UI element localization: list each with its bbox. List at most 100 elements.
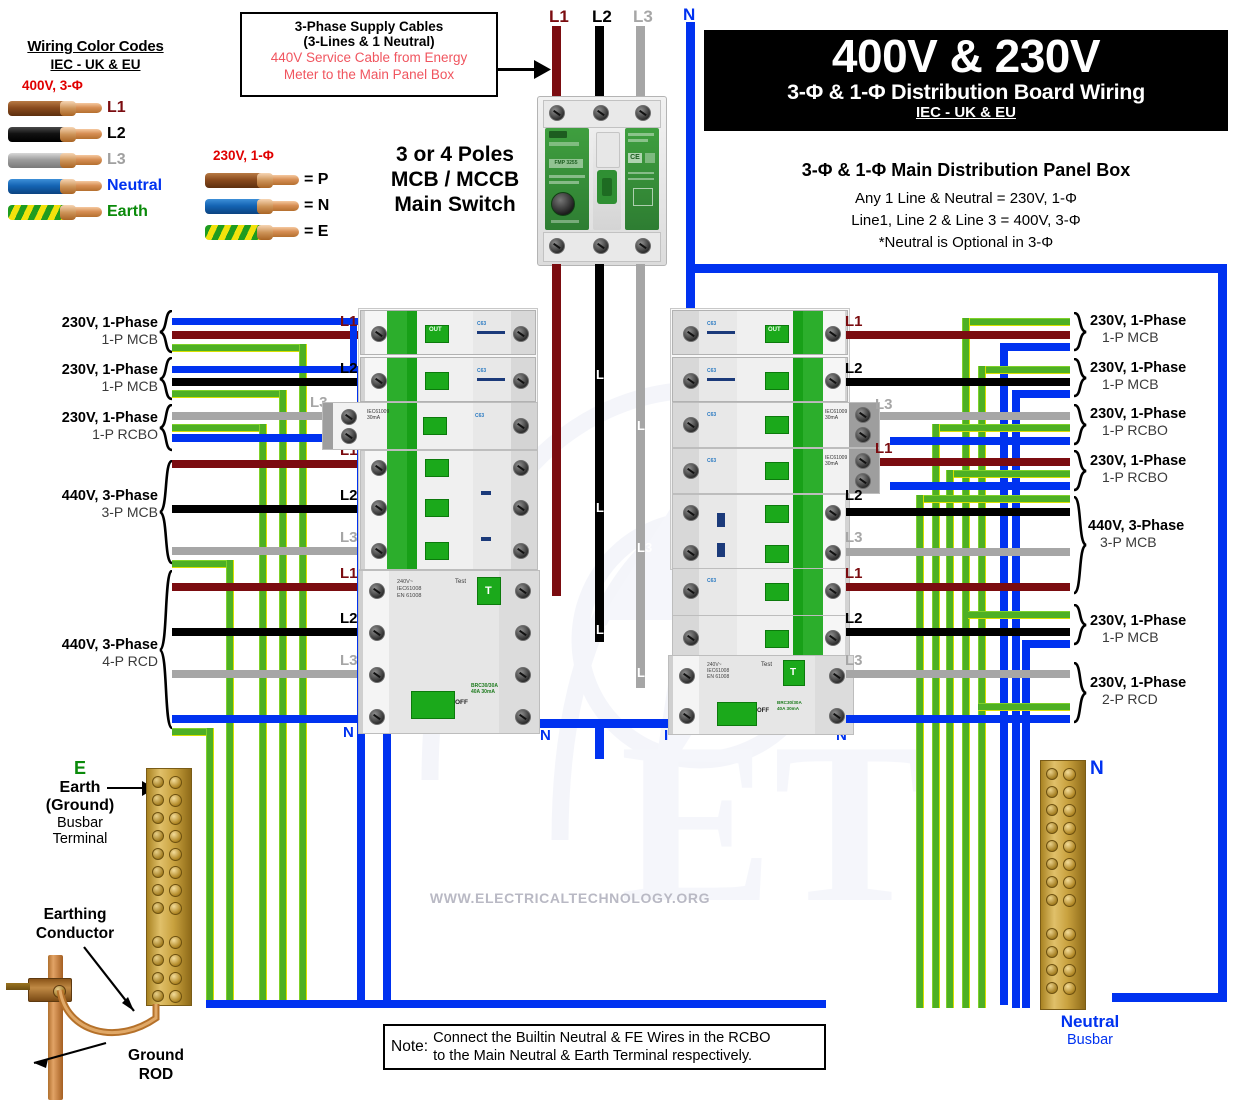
left-rcbo-0-toggle[interactable] (423, 417, 447, 435)
note-line-1: Connect the Builtin Neutral & FE Wires i… (433, 1030, 771, 1046)
right-circuit-3: 230V, 1-Phase 1-P RCBO (1090, 453, 1240, 485)
left-3p-mcb-terminal-l3 (371, 543, 387, 559)
busbar-screw (152, 936, 164, 948)
bus-tap-label-2: L3 (637, 418, 653, 433)
right-brace-3 (1073, 450, 1087, 492)
right-3p-mcb-toggle-l2[interactable] (765, 505, 789, 523)
right-2p-rcd-switch[interactable] (717, 702, 757, 726)
left-mcb-1-toggle[interactable] (425, 372, 449, 390)
legend-label-neutral: Neutral (107, 177, 163, 194)
right-rcbo-0[interactable]: C63 IEC61009 30mA (672, 402, 880, 448)
main-switch-label: 3 or 4 Poles MCB / MCCB Main Switch (370, 142, 540, 217)
stub-r-4: L2 (845, 487, 863, 504)
right-3p-mcb-toggle-l3[interactable] (765, 545, 789, 563)
busbar-terminal (1063, 946, 1076, 959)
left-circuit-2-voltage: 230V, 1-Phase (61, 410, 158, 426)
main-switch-line-1: 3 or 4 Poles (396, 143, 514, 166)
right-mcb-3-toggle[interactable] (765, 630, 789, 648)
legend-wire-n: = N (205, 193, 365, 219)
right-mcb-2-toggle[interactable] (765, 583, 789, 601)
left-circuit-1-voltage: 230V, 1-Phase (61, 362, 158, 378)
legend-label-p: = P (304, 171, 329, 188)
right-3p-mcb-terminal-l2 (683, 505, 699, 521)
right-circuit-2-device: 1-P RCBO (1102, 422, 1168, 438)
earthing-conductor-arrow (83, 946, 135, 1012)
right-rcbo-0-marking: IEC61009 30mA (825, 409, 848, 421)
stub-r-7: L2 (845, 610, 863, 627)
left-4p-rcd-terminal-l2 (369, 625, 385, 641)
earth-line-3: Busbar (57, 815, 103, 831)
supply-drop-l2 (595, 26, 604, 104)
legend-label-n: = N (304, 197, 330, 214)
earthing-conductor-line-2: Conductor (35, 925, 115, 942)
out-l-1-e (172, 390, 287, 398)
mccb-right-panel: CE (625, 128, 659, 230)
left-4p-rcd-test-button[interactable]: T (477, 577, 501, 605)
out-l-2-e (172, 424, 267, 432)
right-mcb-1-toggle[interactable] (765, 372, 789, 390)
main-mccb-device[interactable]: FMP 3255 CE (537, 96, 667, 266)
right-mcb-0[interactable]: C63 OUT (672, 310, 848, 355)
legend-1ph-group: 230V, 1-Φ = P = N = E (205, 148, 365, 245)
busbar-terminal (169, 972, 182, 985)
left-rcbo-0-rating: C63 (475, 413, 485, 419)
bus-neutral-stub (595, 719, 604, 759)
right-2p-rcd[interactable]: 240V~ IEC61008 EN 61008 Test T OFF BRC30… (668, 655, 854, 735)
left-3p-mcb-toggle-l1[interactable] (425, 459, 449, 477)
out-l-3-e-down (226, 560, 234, 1004)
left-3p-mcb-toggle-l2[interactable] (425, 499, 449, 517)
right-rcbo-0-terminal-in (683, 417, 699, 433)
left-3p-mcb-toggle-l3[interactable] (425, 542, 449, 560)
mccb-rotary-dial[interactable] (551, 192, 575, 216)
left-4p-rcd-terminal-l1 (369, 583, 385, 599)
earth-busbar-label: E Earth (Ground) Busbar Terminal (20, 758, 140, 847)
left-4p-rcd-switch[interactable] (411, 691, 455, 719)
right-rcbo-1-rating: C63 (707, 458, 717, 464)
right-3p-mcb[interactable] (672, 494, 850, 570)
busbar-screw (1046, 982, 1058, 994)
right-2p-rcd-marking: 240V~ IEC61008 EN 61008 (707, 662, 729, 680)
left-mcb-1-rating: C63 (477, 368, 487, 374)
legend-label-e: = E (304, 223, 329, 240)
panel-note-3: *Neutral is Optional in 3-Φ (878, 234, 1054, 251)
title-subheading: 3-Φ & 1-Φ Distribution Board Wiring (787, 80, 1145, 104)
left-4p-rcd[interactable]: 240V~ IEC61008 EN 61008 Test T OFF BRC30… (358, 570, 540, 734)
right-mcb-2-rating: C63 (707, 578, 717, 584)
right-rcbo-1-terminal-in (683, 463, 699, 479)
left-3p-mcb[interactable] (360, 450, 538, 570)
right-rcbo-1-toggle[interactable] (765, 462, 789, 480)
left-circuit-3-device: 3-P MCB (101, 504, 158, 520)
out-r-1-e (978, 366, 1070, 374)
left-mcb-1[interactable]: C63 (360, 357, 536, 402)
busbar-screw (1046, 768, 1058, 780)
stub-r-0: L1 (845, 313, 863, 330)
stub-r-6: L1 (845, 565, 863, 582)
busbar-screw (1046, 964, 1058, 976)
right-2p-rcd-test-button[interactable]: T (783, 660, 805, 686)
right-2p-rcd-test-glyph: T (790, 667, 797, 678)
busbar-terminal (1063, 768, 1076, 781)
right-circuit-5-device: 1-P MCB (1102, 629, 1159, 645)
left-mcb-0[interactable]: OUT C63 (360, 310, 536, 355)
right-mcb-2[interactable]: C63 (672, 568, 850, 616)
out-r-0-n (1000, 343, 1070, 351)
stub-l-6: L1 (340, 565, 358, 582)
right-mcb-1[interactable]: C63 (672, 357, 848, 402)
stub-r-2: L3 (875, 396, 893, 413)
legend-wire-p: = P (205, 167, 365, 193)
legend-title: Wiring Color Codes (27, 38, 164, 55)
left-circuit-1-device: 1-P MCB (101, 378, 158, 394)
ground-rod-arrow (33, 1041, 107, 1068)
out-r-0-e-down (962, 318, 970, 1008)
right-circuit-2-voltage: 230V, 1-Phase (1090, 406, 1187, 422)
right-mcb-2-terminal-in (683, 583, 699, 599)
stub-l-5: L3 (340, 529, 358, 546)
mccb-bottom-terminal-l1 (549, 238, 565, 254)
left-rcbo-0[interactable]: IEC61009 30mA C63 (322, 402, 538, 450)
busbar-screw (1046, 804, 1058, 816)
main-neutral-top-run (686, 264, 1227, 273)
busbar-terminal (1063, 982, 1076, 995)
right-rcbo-0-toggle[interactable] (765, 416, 789, 434)
right-rcbo-1-terminal-a (855, 453, 871, 469)
right-circuit-0-device: 1-P MCB (1102, 329, 1159, 345)
